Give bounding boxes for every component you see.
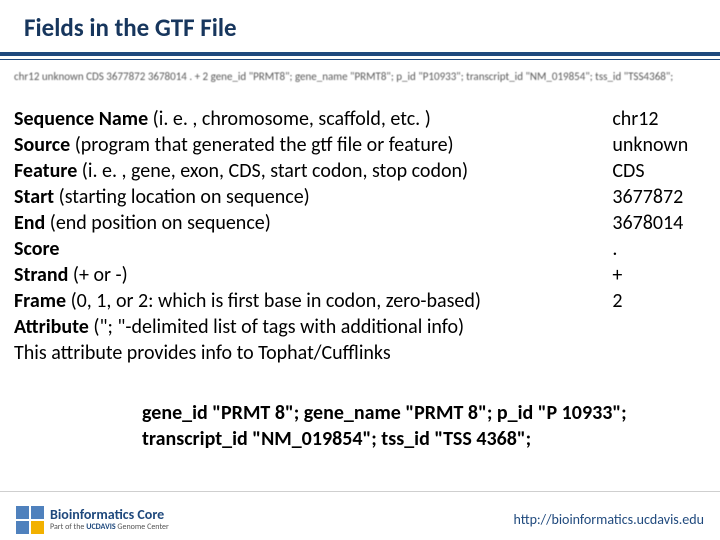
field-name: Sequence Name: [14, 107, 148, 131]
attribute-line-1: gene_id "PRMT 8"; gene_name "PRMT 8"; p_…: [142, 400, 680, 426]
field-desc: (0, 1, or 2: which is first base in codo…: [66, 289, 481, 313]
field-value: chr12: [612, 106, 706, 132]
logo-line2: Part of the UCDAVIS Genome Center: [50, 522, 169, 532]
logo-line1: Bioinformatics Core: [50, 508, 169, 522]
table-row: Source (program that generated the gtf f…: [14, 132, 706, 158]
attribute-example: gene_id "PRMT 8"; gene_name "PRMT 8"; p_…: [142, 400, 680, 452]
gtf-example-row: chr12 unknown CDS 3677872 3678014 . + 2 …: [14, 70, 673, 83]
table-row: Strand (+ or -) +: [14, 262, 706, 288]
field-name: End: [14, 211, 45, 235]
logo-text: Bioinformatics Core Part of the UCDAVIS …: [50, 508, 169, 532]
table-row: Score .: [14, 236, 706, 262]
footer-logo: Bioinformatics Core Part of the UCDAVIS …: [16, 506, 169, 534]
field-value: .: [612, 236, 706, 262]
table-row: End (end position on sequence) 3678014: [14, 210, 706, 236]
field-name: Feature: [14, 159, 77, 183]
field-desc: (i. e. , gene, exon, CDS, start codon, s…: [77, 159, 468, 183]
field-value: 3678014: [612, 210, 706, 236]
field-name: Start: [14, 185, 54, 209]
field-value: unknown: [612, 132, 706, 158]
title-rule: [0, 52, 720, 60]
fields-block: Sequence Name (i. e. , chromosome, scaff…: [14, 106, 706, 366]
field-desc: (end position on sequence): [45, 211, 271, 235]
footer-url: http://bioinformatics.ucdavis.edu: [513, 511, 704, 528]
table-row: Frame (0, 1, or 2: which is first base i…: [14, 288, 706, 314]
field-desc: (program that generated the gtf file or …: [70, 133, 453, 157]
field-name: Score: [14, 237, 59, 261]
table-row: Sequence Name (i. e. , chromosome, scaff…: [14, 106, 706, 132]
attribute-note: This attribute provides info to Tophat/C…: [14, 340, 706, 366]
table-row: Feature (i. e. , gene, exon, CDS, start …: [14, 158, 706, 184]
field-desc: (starting location on sequence): [54, 185, 310, 209]
logo-mark-icon: [16, 506, 44, 534]
field-value: 2: [612, 288, 706, 314]
table-row: Start (starting location on sequence) 36…: [14, 184, 706, 210]
table-row: Attribute ("; "-delimited list of tags w…: [14, 314, 706, 340]
field-value: CDS: [612, 158, 706, 184]
table-row: This attribute provides info to Tophat/C…: [14, 340, 706, 366]
slide: Fields in the GTF File chr12 unknown CDS…: [0, 0, 720, 540]
slide-footer: Bioinformatics Core Part of the UCDAVIS …: [0, 491, 720, 540]
fields-table: Sequence Name (i. e. , chromosome, scaff…: [14, 106, 706, 366]
field-desc: (i. e. , chromosome, scaffold, etc. ): [148, 107, 431, 131]
field-name: Attribute: [14, 315, 89, 339]
field-desc: ("; "-delimited list of tags with additi…: [89, 315, 464, 339]
field-name: Frame: [14, 289, 66, 313]
slide-title: Fields in the GTF File: [24, 12, 237, 43]
field-name: Source: [14, 133, 70, 157]
field-value: [612, 314, 706, 340]
attribute-line-2: transcript_id "NM_019854"; tss_id "TSS 4…: [142, 426, 680, 452]
field-value: +: [612, 262, 706, 288]
field-name: Strand: [14, 263, 68, 287]
field-value: 3677872: [612, 184, 706, 210]
field-desc: (+ or -): [68, 263, 127, 287]
